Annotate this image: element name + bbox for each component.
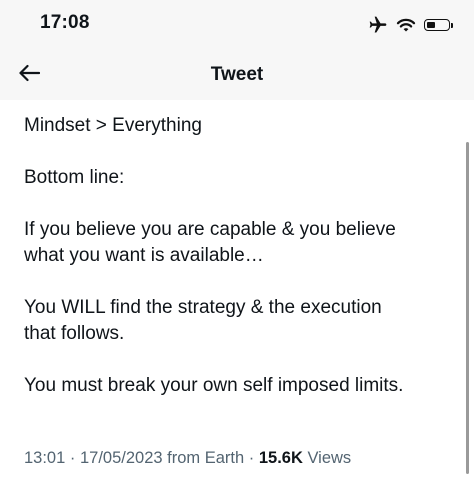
status-icons — [368, 14, 453, 36]
meta-separator: · — [244, 449, 259, 467]
tweet-line: what you want is available… — [24, 245, 264, 266]
views-label: Views — [302, 449, 352, 467]
page-title: Tweet — [210, 64, 264, 85]
tweet-text: Mindset > Everything ​ Bottom line: ​ If… — [24, 113, 454, 399]
tweet-line: You WILL find the strategy & the executi… — [24, 297, 382, 318]
tweet-line: You must break your own self imposed lim… — [24, 375, 404, 396]
tweet-blank-line: ​ — [24, 139, 454, 165]
tweet-blank-line: ​ — [24, 191, 454, 217]
tweet-date[interactable]: 17/05/2023 — [80, 449, 163, 467]
battery-cap — [451, 23, 453, 28]
tweet-source: from Earth — [162, 449, 245, 467]
status-bar: 17:08 — [0, 0, 474, 50]
tweet-blank-line: ​ — [24, 269, 454, 295]
nav-bar: Tweet — [0, 50, 474, 100]
tweet-blank-line: ​ — [24, 347, 454, 373]
battery-icon — [424, 19, 453, 31]
tweet-line: If you believe you are capable & you bel… — [24, 219, 396, 240]
tweet-line: Bottom line: — [24, 167, 125, 188]
tweet-time[interactable]: 13:01 — [24, 449, 65, 467]
tweet-line: that follows. — [24, 323, 125, 344]
tweet-line: Mindset > Everything — [24, 115, 202, 136]
status-time: 17:08 — [40, 12, 90, 33]
wifi-icon — [396, 17, 416, 33]
meta-separator: · — [65, 449, 80, 467]
airplane-icon — [368, 15, 388, 35]
scrollbar[interactable] — [466, 142, 469, 474]
battery-level — [427, 22, 435, 28]
tweet-meta: 13:01 · 17/05/2023 from Earth · 15.6K Vi… — [24, 449, 351, 468]
views-count[interactable]: 15.6K — [259, 449, 303, 467]
